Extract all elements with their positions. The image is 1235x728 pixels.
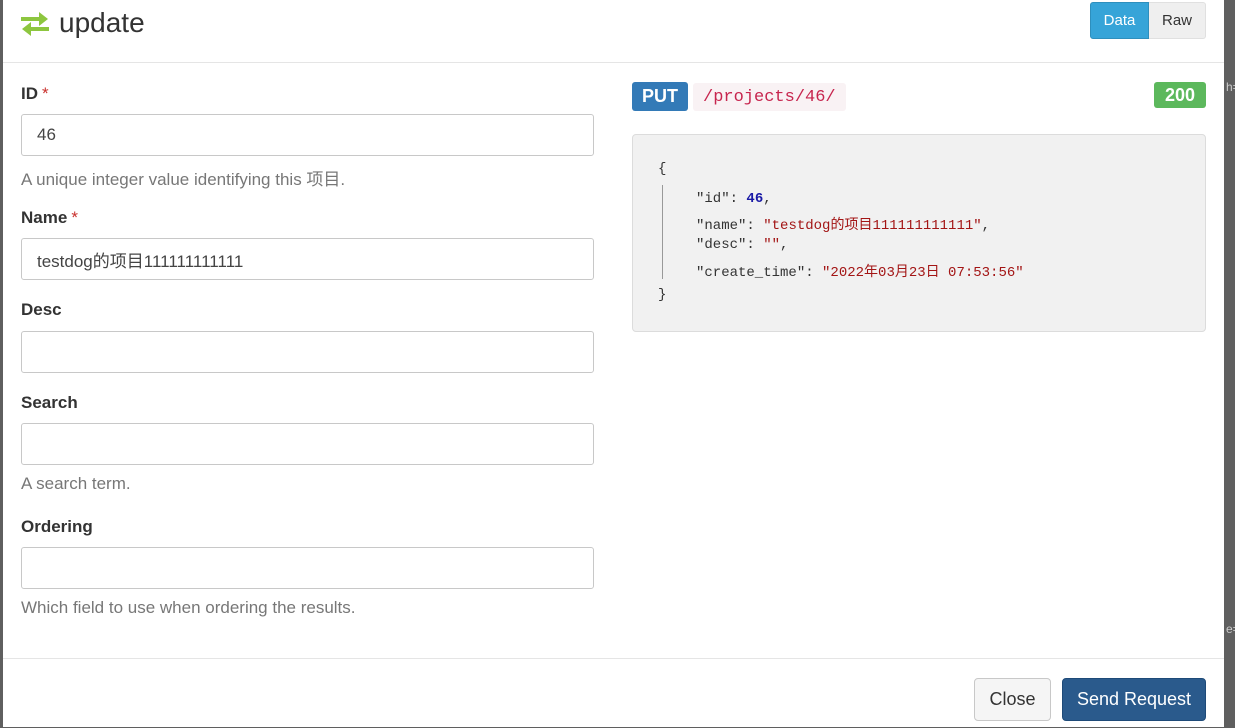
search-help-text: A search term. [21,474,131,493]
search-input[interactable] [21,423,594,465]
background-text-fragment: e= [1226,622,1235,636]
response-body: { "id": 46, "name": "testdog的项目111111111… [632,134,1206,332]
ordering-input[interactable] [21,547,594,589]
close-button[interactable]: Close [974,678,1051,721]
json-value: "" [763,237,781,253]
ordering-help-text: Which field to use when ordering the res… [21,598,356,617]
required-marker: * [42,84,49,103]
update-dialog: update Data Raw ID* A unique integer val… [3,0,1224,727]
status-badge: 200 [1154,82,1206,108]
json-close-brace: } [658,287,667,303]
indent-guide [662,185,663,279]
name-label: Name * [21,208,78,228]
request-path: /projects/46/ [693,83,846,111]
desc-input[interactable] [21,331,594,373]
exchange-icon [21,12,49,36]
http-method-badge: PUT [632,82,688,111]
raw-view-button[interactable]: Raw [1149,2,1206,39]
json-value: 46 [746,191,764,207]
json-key: "create_time" [696,265,806,281]
json-line-id: "id": 46, [696,191,772,207]
id-input[interactable] [21,114,594,156]
id-label: ID * [21,84,49,104]
json-key: "desc" [696,237,747,253]
json-line-name: "name": "testdog的项目111111111111", [696,218,991,234]
name-label-text: Name [21,208,68,227]
json-value: "testdog的项目111111111111" [763,218,982,234]
json-key: "id" [696,191,730,207]
name-input[interactable] [21,238,594,280]
desc-label: Desc [21,300,62,319]
background-text-fragment: h= [1226,80,1235,94]
json-open-brace: { [658,161,667,177]
dialog-header: update Data Raw [3,0,1224,63]
id-help-text: A unique integer value identifying this … [21,170,346,189]
view-toggle: Data Raw [1090,2,1206,39]
json-line-create-time: "create_time": "2022年03月23日 07:53:56" [696,265,1024,281]
send-request-button[interactable]: Send Request [1062,678,1206,721]
required-marker: * [71,208,78,227]
ordering-label: Ordering [21,517,93,536]
id-label-text: ID [21,84,38,103]
search-label: Search [21,393,78,412]
json-line-desc: "desc": "", [696,237,789,253]
json-key: "name" [696,218,747,234]
data-view-button[interactable]: Data [1090,2,1149,39]
json-value: "2022年03月23日 07:53:56" [822,265,1024,281]
dialog-title: update [59,7,145,38]
